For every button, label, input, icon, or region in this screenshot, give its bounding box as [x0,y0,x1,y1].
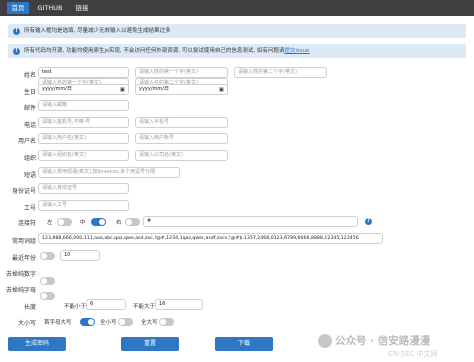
account-input[interactable]: 请输入用户账号 [135,133,228,144]
jobno-label: 工号 [23,205,36,212]
org-label: 组织 [23,155,36,162]
idcard-input[interactable]: 请输入身份证号 [38,183,129,194]
joiner-mid-toggle[interactable] [91,218,106,226]
common-input[interactable]: 123,888,666,000,111,aaa,abc,qaz,qwe,asd,… [38,233,383,244]
maxyear-input[interactable]: 10 [60,250,100,261]
watermark-logo: 公众号 · 信安路漫漫 [318,333,430,348]
watermark-text: 公众号 · 信安路漫漫 [335,335,431,347]
case-upper-label: 全大写 [141,320,158,326]
top-nav: 首页 GITHUB 链接 [0,0,474,16]
case-capitalize-label: 首字母大写 [44,320,72,326]
length-max-input[interactable]: 16 [155,299,203,310]
joiner-left-toggle[interactable] [57,218,72,226]
wechat-icon [318,334,332,348]
generate-button[interactable]: 生成密码 [8,337,66,351]
rmdigits-toggle[interactable] [40,277,55,285]
case-lower-toggle[interactable] [118,318,133,326]
joiner-left-label: 左 [47,220,53,226]
tip-banner-1: ! 所有输入框均是选填, 尽量减少无效输入以避免生成结果过多 [8,24,466,38]
email-label: 邮件 [23,105,36,112]
email-input[interactable]: 请输入邮箱 [38,100,129,111]
common-label: 常用词组 [11,238,36,245]
org-input[interactable]: 请输入组织名(英文) [38,150,129,161]
case-upper-toggle[interactable] [159,318,174,326]
mobile-input[interactable]: 请输入手机号 [135,117,228,128]
phrase-label: 短语 [23,172,36,179]
joiner-input[interactable]: # [143,216,358,227]
name-label: 姓名 [23,72,36,79]
tip1-text: 所有输入框均是选填, 尽量减少无效输入以避免生成结果过多 [24,28,171,34]
rmletters-toggle[interactable] [40,292,55,300]
nav-home[interactable]: 首页 [7,2,29,14]
username-input[interactable]: 请输入用户名(英文) [38,133,129,144]
length-max-label: 不能大于 [133,304,156,310]
landline-input[interactable]: 请输入座机号,不带-号 [38,117,129,128]
username-label: 用户名 [17,138,36,145]
joiner-label: 连接符 [17,220,36,227]
phrase-input[interactable]: 请输入常用短语(英文),如iloveyou,多个用逗号分隔 [38,167,180,178]
tip-banner-2: ! 所有代码均开源, 功能均使用原生js实现, 不会访问任何外部资源, 可以尝试… [8,44,466,58]
case-label: 大小写 [17,320,36,327]
info-icon: ! [13,47,20,55]
birthday-label: 生日 [23,89,36,96]
length-label: 长度 [23,304,36,311]
case-capitalize-toggle[interactable] [80,318,95,326]
download-button[interactable]: 下载 [215,337,273,351]
company-input[interactable]: 请输入公司名(英文) [135,150,228,161]
surname-second-input[interactable]: 请输入姓的第二个字(英文) [234,67,327,78]
info-icon: ! [13,27,20,35]
rmletters-label: 去掉纯字母 [5,287,36,294]
nav-links[interactable]: 链接 [71,2,93,14]
length-min-label: 不能小于 [64,304,87,310]
birthday-end-value: yyyy/mm/日 [139,86,169,92]
joiner-mid-label: 中 [80,220,86,226]
birthday-start-input[interactable]: yyyy/mm/日 ▣ [38,84,129,95]
rmdigits-label: 去掉纯数字 [5,271,36,278]
reset-button[interactable]: 重置 [121,337,179,351]
issue-link[interactable]: 提交issue [284,48,309,54]
calendar-icon[interactable]: ▣ [219,86,224,94]
name-input[interactable]: test [38,67,129,78]
joiner-right-label: 右 [116,220,122,226]
watermark-site: CN-SEC 中文网 [388,350,438,358]
case-lower-label: 全小写 [100,320,117,326]
joiner-right-toggle[interactable] [125,218,140,226]
length-min-input[interactable]: 6 [86,299,126,310]
help-icon[interactable]: ? [365,218,372,225]
birthday-start-value: yyyy/mm/日 [42,86,72,92]
calendar-icon[interactable]: ▣ [120,86,125,94]
birthday-end-input[interactable]: yyyy/mm/日 ▣ [135,84,228,95]
maxyear-label: 最近年份 [11,255,36,262]
phone-label: 电话 [23,122,36,129]
tip2-text: 所有代码均开源, 功能均使用原生js实现, 不会访问任何外部资源, 可以尝试使用… [24,48,285,54]
nav-github[interactable]: GITHUB [33,2,67,14]
jobno-input[interactable]: 请输入工号 [38,200,129,211]
idcard-label: 身份证号 [11,188,36,195]
maxyear-toggle[interactable] [40,252,55,260]
surname-first-input[interactable]: 请输入姓的第一个字(英文) [135,67,228,78]
